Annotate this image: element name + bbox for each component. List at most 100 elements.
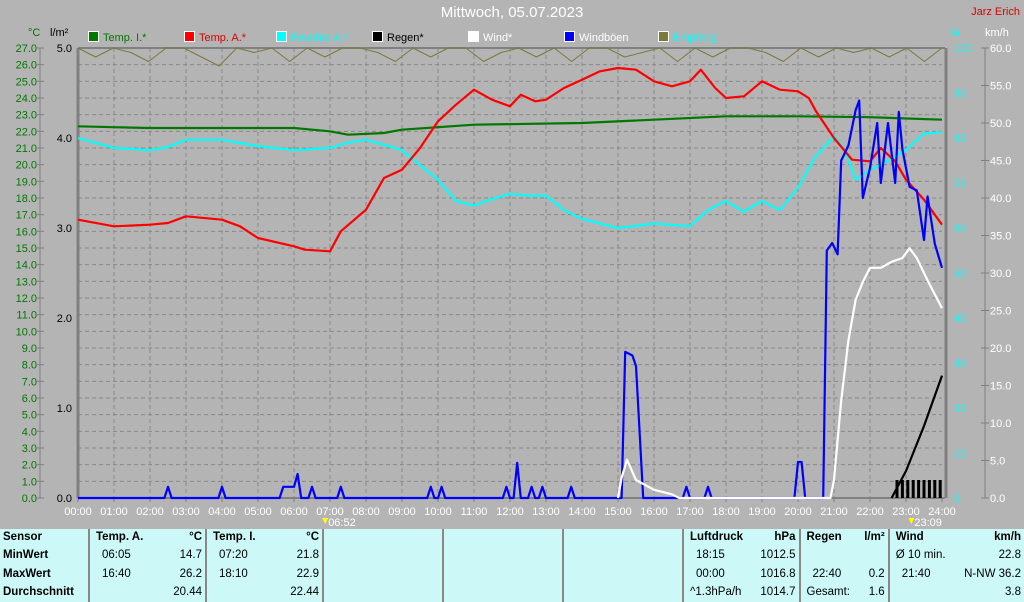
rain-bar [911, 480, 915, 498]
x-tick-label: 19:00 [748, 506, 776, 518]
temp-tick-label: 8.0 [22, 360, 37, 372]
temp-i-min: 21.8 [296, 549, 319, 562]
temp-tick-label: 21.0 [16, 143, 37, 155]
rain-unit: l/m² [864, 531, 885, 543]
x-tick-label: 14:00 [568, 506, 596, 518]
pressure-unit: hPa [774, 531, 796, 543]
pressure-title: Luftdruck [682, 529, 753, 548]
legend-swatch [468, 31, 479, 42]
rain-total: 1.6 [868, 585, 885, 598]
legend-item: Temp. I.* [88, 31, 146, 44]
wind-avg-label: Ø 10 min. [887, 547, 955, 566]
rain-axis-unit: l/m² [50, 27, 69, 39]
x-tick-label: 06:00 [280, 506, 308, 518]
wind-max-time: 21:40 [887, 565, 955, 584]
humidity-tick-label: 90 [954, 88, 966, 100]
wind-tick-label: 30.0 [990, 268, 1011, 280]
wind-tick-label: 40.0 [990, 193, 1011, 205]
temp-tick-label: 15.0 [16, 243, 37, 255]
rain-tick-label: 0.0 [57, 493, 72, 505]
rain-bar [917, 480, 921, 498]
temp-a-min-time: 06:05 [88, 547, 159, 566]
temp-axis-unit: °C [28, 27, 41, 39]
x-tick-label: 13:00 [532, 506, 560, 518]
temp-a-max: 26.2 [179, 567, 202, 580]
wind-tick-label: 60.0 [990, 43, 1011, 55]
temp-tick-label: 5.0 [22, 410, 37, 422]
temp-tick-label: 13.0 [16, 276, 37, 288]
humidity-tick-label: 30 [954, 358, 966, 370]
author-label: Jarz Erich [971, 6, 1020, 18]
pressure-trend: ^1.3hPa/h [682, 583, 753, 602]
series-regen [890, 375, 944, 499]
pressure-min-time: 18:15 [682, 547, 753, 566]
wind-tick-label: 15.0 [990, 381, 1011, 393]
rain-tick-label: 2.0 [57, 313, 72, 325]
temp-tick-label: 0.0 [22, 493, 37, 505]
x-tick-label: 21:00 [820, 506, 848, 518]
legend-label: Temp. I.* [103, 32, 147, 44]
temp-tick-label: 12.0 [16, 293, 37, 305]
humidity-tick-label: 60 [954, 223, 966, 235]
stats-table: Sensor Temp. A. °C Temp. I. °C Luftdruck hP… [0, 529, 1024, 602]
wind-mean: 3.8 [1005, 585, 1021, 598]
temp-tick-label: 11.0 [16, 310, 37, 322]
humidity-tick-label: 50 [954, 268, 966, 280]
x-tick-label: 00:00 [64, 506, 92, 518]
temp-i-avg: 22.44 [290, 585, 319, 598]
humidity-tick-label: 40 [954, 313, 966, 325]
wind-tick-label: 45.0 [990, 156, 1011, 168]
temp-a-unit: °C [189, 531, 202, 543]
legend-item: Temp. A.* [184, 31, 246, 44]
legend-item: Wind* [468, 31, 512, 44]
legend-swatch [564, 31, 575, 42]
temp-tick-label: 27.0 [16, 43, 37, 55]
min-label: MinWert [3, 549, 49, 562]
humidity-tick-label: 10 [954, 448, 966, 460]
temp-tick-label: 14.0 [16, 260, 37, 272]
legend-item: Empfang [658, 31, 717, 44]
sunset-time: 23:09 [914, 517, 942, 529]
temp-tick-label: 1.0 [22, 476, 37, 488]
rain-bar [900, 480, 904, 498]
weather-chart: 0.0 1.0 2.0 3.0 4.0 5.0 6.0 7.0 8.0 9.0 10.0 11.0 12… [16, 43, 1012, 529]
wind-unit: km/h [994, 531, 1021, 543]
legend-label: Feuchte A.* [291, 32, 348, 44]
temp-tick-label: 20.0 [16, 160, 37, 172]
x-tick-label: 15:00 [604, 506, 632, 518]
temp-tick-label: 10.0 [16, 326, 37, 338]
rain-bar [938, 480, 942, 498]
legend-swatch [658, 31, 669, 42]
temp-a-title: Temp. A. [88, 529, 159, 548]
pressure-max-time: 00:00 [682, 565, 753, 584]
temp-tick-label: 23.0 [16, 110, 37, 122]
chart-title: Mittwoch, 05.07.2023 [440, 4, 584, 21]
humidity-tick-label: 20 [954, 403, 966, 415]
temp-tick-label: 22.0 [16, 126, 37, 138]
legend-item: Windböen [564, 31, 629, 44]
rain-tick-label: 5.0 [57, 43, 72, 55]
legend-item: Regen* [372, 31, 424, 44]
wind-tick-label: 0.0 [990, 493, 1005, 505]
legend-label: Empfang [673, 32, 718, 44]
wind-title: Wind [887, 529, 955, 548]
legend-swatch [372, 31, 383, 42]
x-tick-label: 05:00 [244, 506, 272, 518]
rain-bar [895, 480, 899, 498]
temp-tick-label: 24.0 [16, 93, 37, 105]
series-wind [616, 247, 943, 500]
wind-tick-label: 25.0 [990, 306, 1011, 318]
humidity-tick-label: 0 [954, 493, 960, 505]
wind-tick-label: 55.0 [990, 81, 1011, 93]
x-tick-label: 08:00 [352, 506, 380, 518]
rain-bar [906, 480, 910, 498]
temp-i-unit: °C [306, 531, 319, 543]
x-tick-label: 20:00 [784, 506, 812, 518]
wind-tick-label: 5.0 [990, 456, 1005, 468]
temp-a-avg: 20.44 [173, 585, 202, 598]
humidity-tick-label: 70 [954, 178, 966, 190]
wind-tick-label: 50.0 [990, 118, 1011, 130]
humidity-tick-label: 100 [954, 43, 972, 55]
temp-tick-label: 7.0 [22, 376, 37, 388]
temp-i-max: 22.9 [296, 567, 319, 580]
